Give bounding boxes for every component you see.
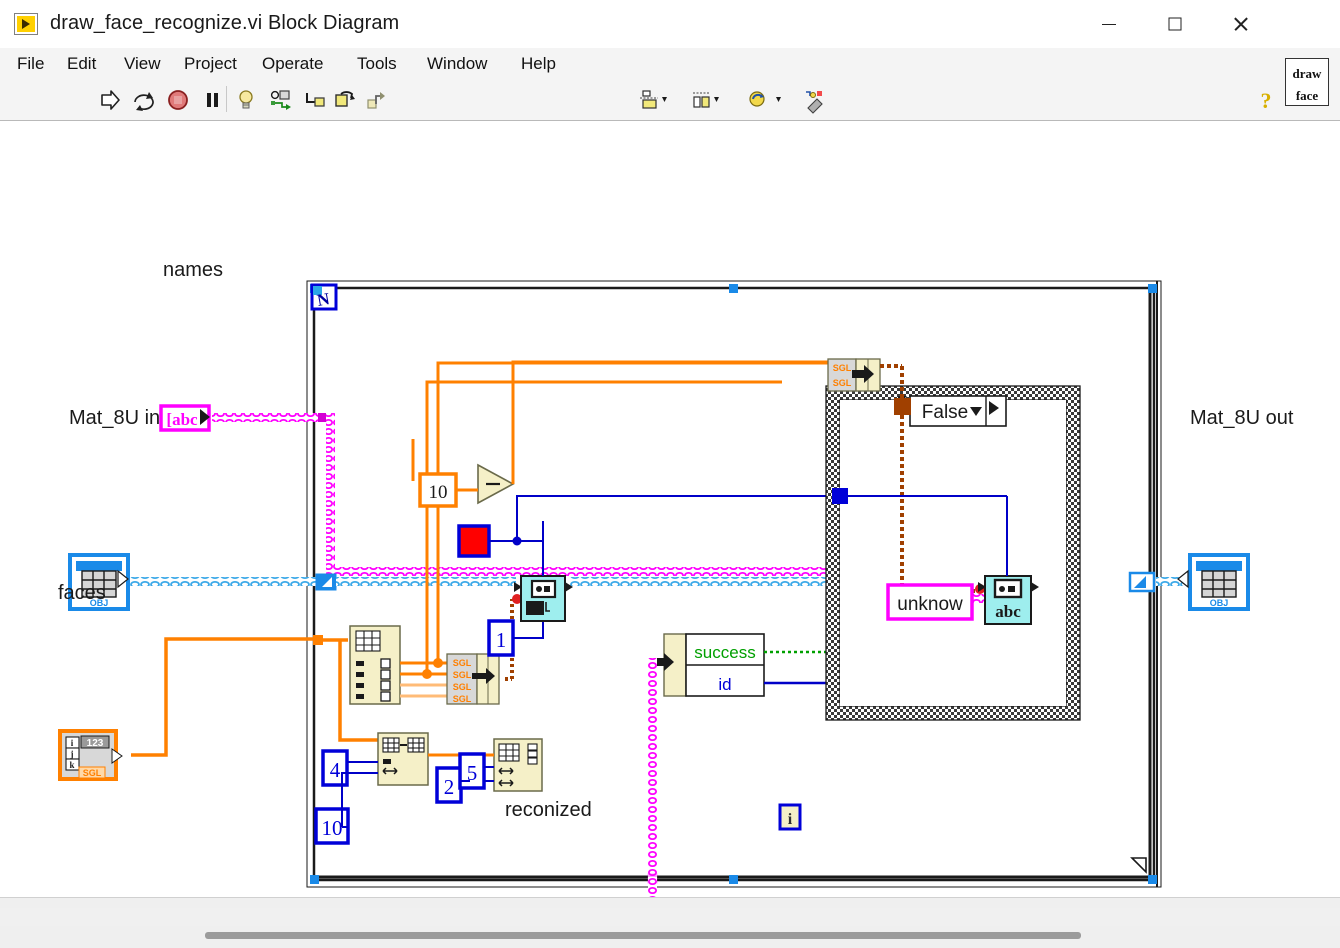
menu-file[interactable]: File — [8, 48, 53, 80]
draw-rectangle-vi[interactable] — [514, 575, 573, 622]
names-terminal[interactable]: [abc — [159, 404, 211, 432]
toolbar-separator — [226, 86, 227, 112]
bundle-sgl-node-upper[interactable]: SGL SGL — [827, 358, 881, 392]
close-button[interactable] — [1208, 0, 1274, 47]
menu-view[interactable]: View — [115, 48, 170, 80]
reconized-label: reconized — [505, 799, 592, 821]
svg-text:SGL: SGL — [833, 378, 852, 388]
reorder-objects-icon[interactable] — [745, 86, 785, 114]
maximize-icon — [1168, 17, 1182, 30]
toolbar: 17pt Application Font — [0, 80, 1340, 195]
menu-window[interactable]: Window — [418, 48, 496, 80]
menu-operate[interactable]: Operate — [253, 48, 332, 80]
step-over-icon[interactable] — [331, 86, 359, 114]
wire-faces-sgl[interactable] — [131, 635, 380, 757]
wire-reconized-magenta[interactable] — [552, 658, 658, 897]
svg-text:OBJ: OBJ — [1210, 598, 1229, 608]
color-constant-red[interactable] — [457, 524, 491, 558]
loop-iteration-terminal[interactable]: i — [778, 803, 802, 831]
horizontal-scrollbar-thumb[interactable] — [205, 932, 1081, 939]
unknow-string-constant[interactable]: unknow — [886, 583, 974, 621]
horizontal-scrollbar[interactable] — [0, 908, 1340, 926]
run-arrow-icon[interactable] — [96, 86, 124, 114]
svg-text:k: k — [69, 760, 74, 770]
minimize-button[interactable] — [1076, 0, 1142, 47]
resize-objects-icon[interactable] — [800, 86, 836, 114]
faces-terminal[interactable]: i j k 123 SGL — [58, 729, 123, 781]
index-array-node[interactable] — [349, 625, 401, 705]
constant-2-value: 2 — [444, 775, 455, 799]
unbundle-by-name-node[interactable]: success id — [652, 633, 765, 697]
mat-8u-in-label: Mat_8U in — [69, 407, 161, 429]
vi-badge-line1: draw — [1292, 66, 1322, 81]
title-bar: draw_face_recognize.vi Block Diagram — [0, 0, 1340, 49]
names-label: names — [163, 259, 224, 281]
window-title: draw_face_recognize.vi Block Diagram — [50, 12, 400, 34]
menu-bar: File Edit View Project Operate Tools Win… — [0, 48, 1340, 81]
mat-8u-out-terminal[interactable]: OBJ — [1177, 553, 1250, 611]
svg-text:abc: abc — [995, 602, 1021, 621]
menu-project[interactable]: Project — [175, 48, 246, 80]
subtract-node[interactable] — [477, 463, 515, 505]
loop-count-terminal[interactable]: N — [310, 283, 338, 311]
svg-text:[abc: [abc — [166, 410, 198, 429]
svg-text:SGL: SGL — [453, 658, 472, 668]
highlight-execution-icon[interactable] — [232, 86, 260, 114]
constant-10-lower-value: 10 — [322, 816, 343, 840]
mat-8u-out-label: Mat_8U out — [1190, 407, 1294, 429]
svg-text:SGL: SGL — [83, 768, 102, 778]
question-mark-help-icon[interactable]: ? — [1252, 86, 1280, 114]
svg-text:?: ? — [1261, 88, 1272, 113]
menu-edit[interactable]: Edit — [58, 48, 105, 80]
labview-vi-icon — [14, 13, 38, 35]
unknow-value: unknow — [897, 594, 963, 615]
distribute-objects-icon[interactable] — [688, 86, 728, 114]
vi-icon-badge[interactable]: draw face — [1285, 58, 1329, 106]
block-diagram-canvas[interactable]: N i [abc OBJ OBJ i j k 123 SGL SGL SGL S… — [0, 121, 1340, 897]
unbundle-id-label: id — [718, 675, 731, 694]
svg-text:123: 123 — [87, 738, 104, 749]
pause-icon[interactable] — [198, 86, 226, 114]
constant-5[interactable]: 5 — [458, 752, 486, 790]
constant-2[interactable]: 2 — [435, 766, 463, 804]
case-structure[interactable]: False — [825, 385, 1081, 721]
case-selector-label: False — [922, 402, 968, 423]
abort-execution-icon[interactable] — [164, 86, 192, 114]
step-into-icon[interactable] — [300, 86, 328, 114]
menu-tools[interactable]: Tools — [348, 48, 406, 80]
svg-text:SGL: SGL — [453, 670, 472, 680]
svg-text:i: i — [788, 811, 793, 828]
constant-10-value: 10 — [429, 482, 448, 503]
array-subset-node[interactable] — [493, 738, 543, 792]
minimize-icon — [1102, 23, 1116, 25]
unbundle-success-label: success — [694, 643, 755, 662]
align-objects-icon[interactable] — [636, 86, 676, 114]
faces-label: faces — [58, 582, 106, 604]
run-continuously-icon[interactable] — [130, 86, 158, 114]
vi-badge-line2: face — [1295, 88, 1319, 103]
svg-text:j: j — [70, 749, 74, 759]
step-out-icon[interactable] — [362, 86, 390, 114]
draw-text-vi[interactable]: abc — [978, 575, 1039, 625]
maximize-button[interactable] — [1142, 0, 1208, 47]
menu-help[interactable]: Help — [512, 48, 565, 80]
svg-text:SGL: SGL — [833, 363, 852, 373]
reshape-array-node[interactable] — [377, 732, 429, 786]
constant-1-value: 1 — [496, 628, 507, 652]
constant-1[interactable]: 1 — [487, 619, 515, 657]
wire-color-blue[interactable] — [489, 495, 835, 546]
svg-text:SGL: SGL — [453, 694, 472, 704]
retain-wire-values-icon[interactable] — [266, 86, 294, 114]
bundle-sgl-node[interactable]: SGL SGL SGL SGL — [446, 653, 500, 705]
labview-block-diagram-window: draw_face_recognize.vi Block Diagram Fil… — [0, 0, 1340, 948]
constant-4-value: 4 — [330, 758, 341, 782]
svg-text:SGL: SGL — [453, 682, 472, 692]
constant-10-upper[interactable]: 10 — [418, 472, 458, 508]
constant-4[interactable]: 4 — [321, 749, 349, 787]
